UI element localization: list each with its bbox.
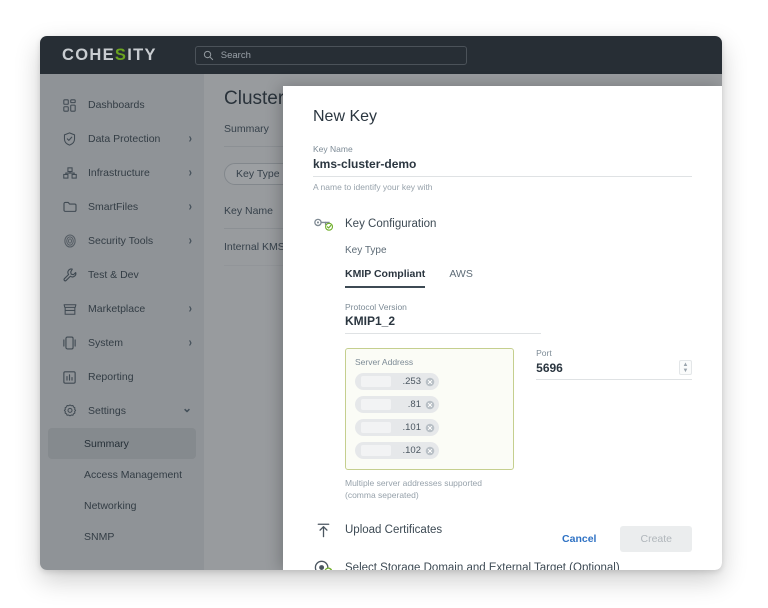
redaction-mask xyxy=(361,376,391,388)
server-address-label: Server Address xyxy=(355,357,414,368)
app-window: COHESITY Search Dashboards Data Protecti… xyxy=(40,36,722,570)
server-address-field-group: Server Address .253 .81 .101 .102 xyxy=(345,348,515,471)
server-address-help-line-2: (comma seperated) xyxy=(345,489,419,500)
protocol-version-label: Protocol Version xyxy=(345,302,407,313)
key-name-help-text: A name to identify your key with xyxy=(313,182,433,192)
server-address-chip-label: .102 xyxy=(402,445,422,457)
key-icon xyxy=(313,215,333,233)
key-name-field-group: Key Name kms-cluster-demo A name to iden… xyxy=(313,144,692,193)
key-configuration-body: Key Type KMIP Compliant AWS Protocol Ver… xyxy=(313,245,692,501)
protocol-version-select[interactable]: KMIP1_2 xyxy=(345,314,541,335)
redaction-mask xyxy=(361,399,391,411)
port-input[interactable]: 5696 xyxy=(536,361,679,375)
search-icon xyxy=(203,50,213,60)
port-input-row: 5696 ▲ ▼ xyxy=(536,360,692,381)
create-button[interactable]: Create xyxy=(620,526,692,552)
storage-domain-section[interactable]: Select Storage Domain and External Targe… xyxy=(313,559,692,570)
key-configuration-title: Key Configuration xyxy=(345,218,437,231)
key-configuration-section-header: Key Configuration xyxy=(313,215,692,233)
protocol-version-field-group: Protocol Version KMIP1_2 xyxy=(345,302,692,335)
target-icon xyxy=(313,559,333,570)
search-input[interactable]: Search xyxy=(194,45,467,65)
server-address-help-text: Multiple server addresses supported (com… xyxy=(345,478,692,501)
server-address-chip-list: .253 .81 .101 .102 xyxy=(355,373,504,460)
cohesity-logo[interactable]: COHESITY xyxy=(62,46,157,65)
redaction-mask xyxy=(361,445,391,457)
tab-kmip-compliant[interactable]: KMIP Compliant xyxy=(345,268,426,289)
server-address-port-row: Server Address .253 .81 .101 .102 Port 5… xyxy=(345,348,692,471)
key-name-input[interactable]: kms-cluster-demo xyxy=(313,157,692,177)
server-address-chip-label: .81 xyxy=(407,399,421,411)
new-key-dialog: New Key Key Name kms-cluster-demo A name… xyxy=(283,86,722,570)
server-address-chip-label: .253 xyxy=(402,376,422,388)
stepper-down-icon[interactable]: ▼ xyxy=(683,368,689,374)
close-circle-icon[interactable] xyxy=(425,400,435,410)
search-placeholder: Search xyxy=(220,49,251,61)
dialog-footer: Cancel Create xyxy=(313,526,692,552)
port-label: Port xyxy=(536,348,552,359)
server-address-chip[interactable]: .102 xyxy=(355,442,439,460)
server-address-help-line-1: Multiple server addresses supported xyxy=(345,478,483,489)
storage-domain-label: Select Storage Domain and External Targe… xyxy=(345,562,620,570)
dialog-title: New Key xyxy=(313,108,378,125)
top-bar: COHESITY Search xyxy=(40,36,722,74)
key-type-tabs: KMIP Compliant AWS xyxy=(345,268,692,289)
key-type-label: Key Type xyxy=(345,245,387,257)
cancel-button[interactable]: Cancel xyxy=(554,527,604,551)
close-circle-icon[interactable] xyxy=(425,423,435,433)
close-circle-icon[interactable] xyxy=(425,446,435,456)
key-name-label: Key Name xyxy=(313,144,353,154)
port-stepper[interactable]: ▲ ▼ xyxy=(679,360,692,376)
logo-prefix: COHE xyxy=(62,45,115,64)
logo-suffix: ITY xyxy=(127,45,157,64)
server-address-chip-label: .101 xyxy=(402,422,422,434)
server-address-chip[interactable]: .81 xyxy=(355,396,439,414)
server-address-chip[interactable]: .253 xyxy=(355,373,439,391)
close-circle-icon[interactable] xyxy=(425,377,435,387)
server-address-chip[interactable]: .101 xyxy=(355,419,439,437)
port-field-group: Port 5696 ▲ ▼ xyxy=(536,348,692,470)
redaction-mask xyxy=(361,422,391,434)
tab-aws[interactable]: AWS xyxy=(449,268,473,288)
logo-accent-letter: S xyxy=(114,45,128,64)
